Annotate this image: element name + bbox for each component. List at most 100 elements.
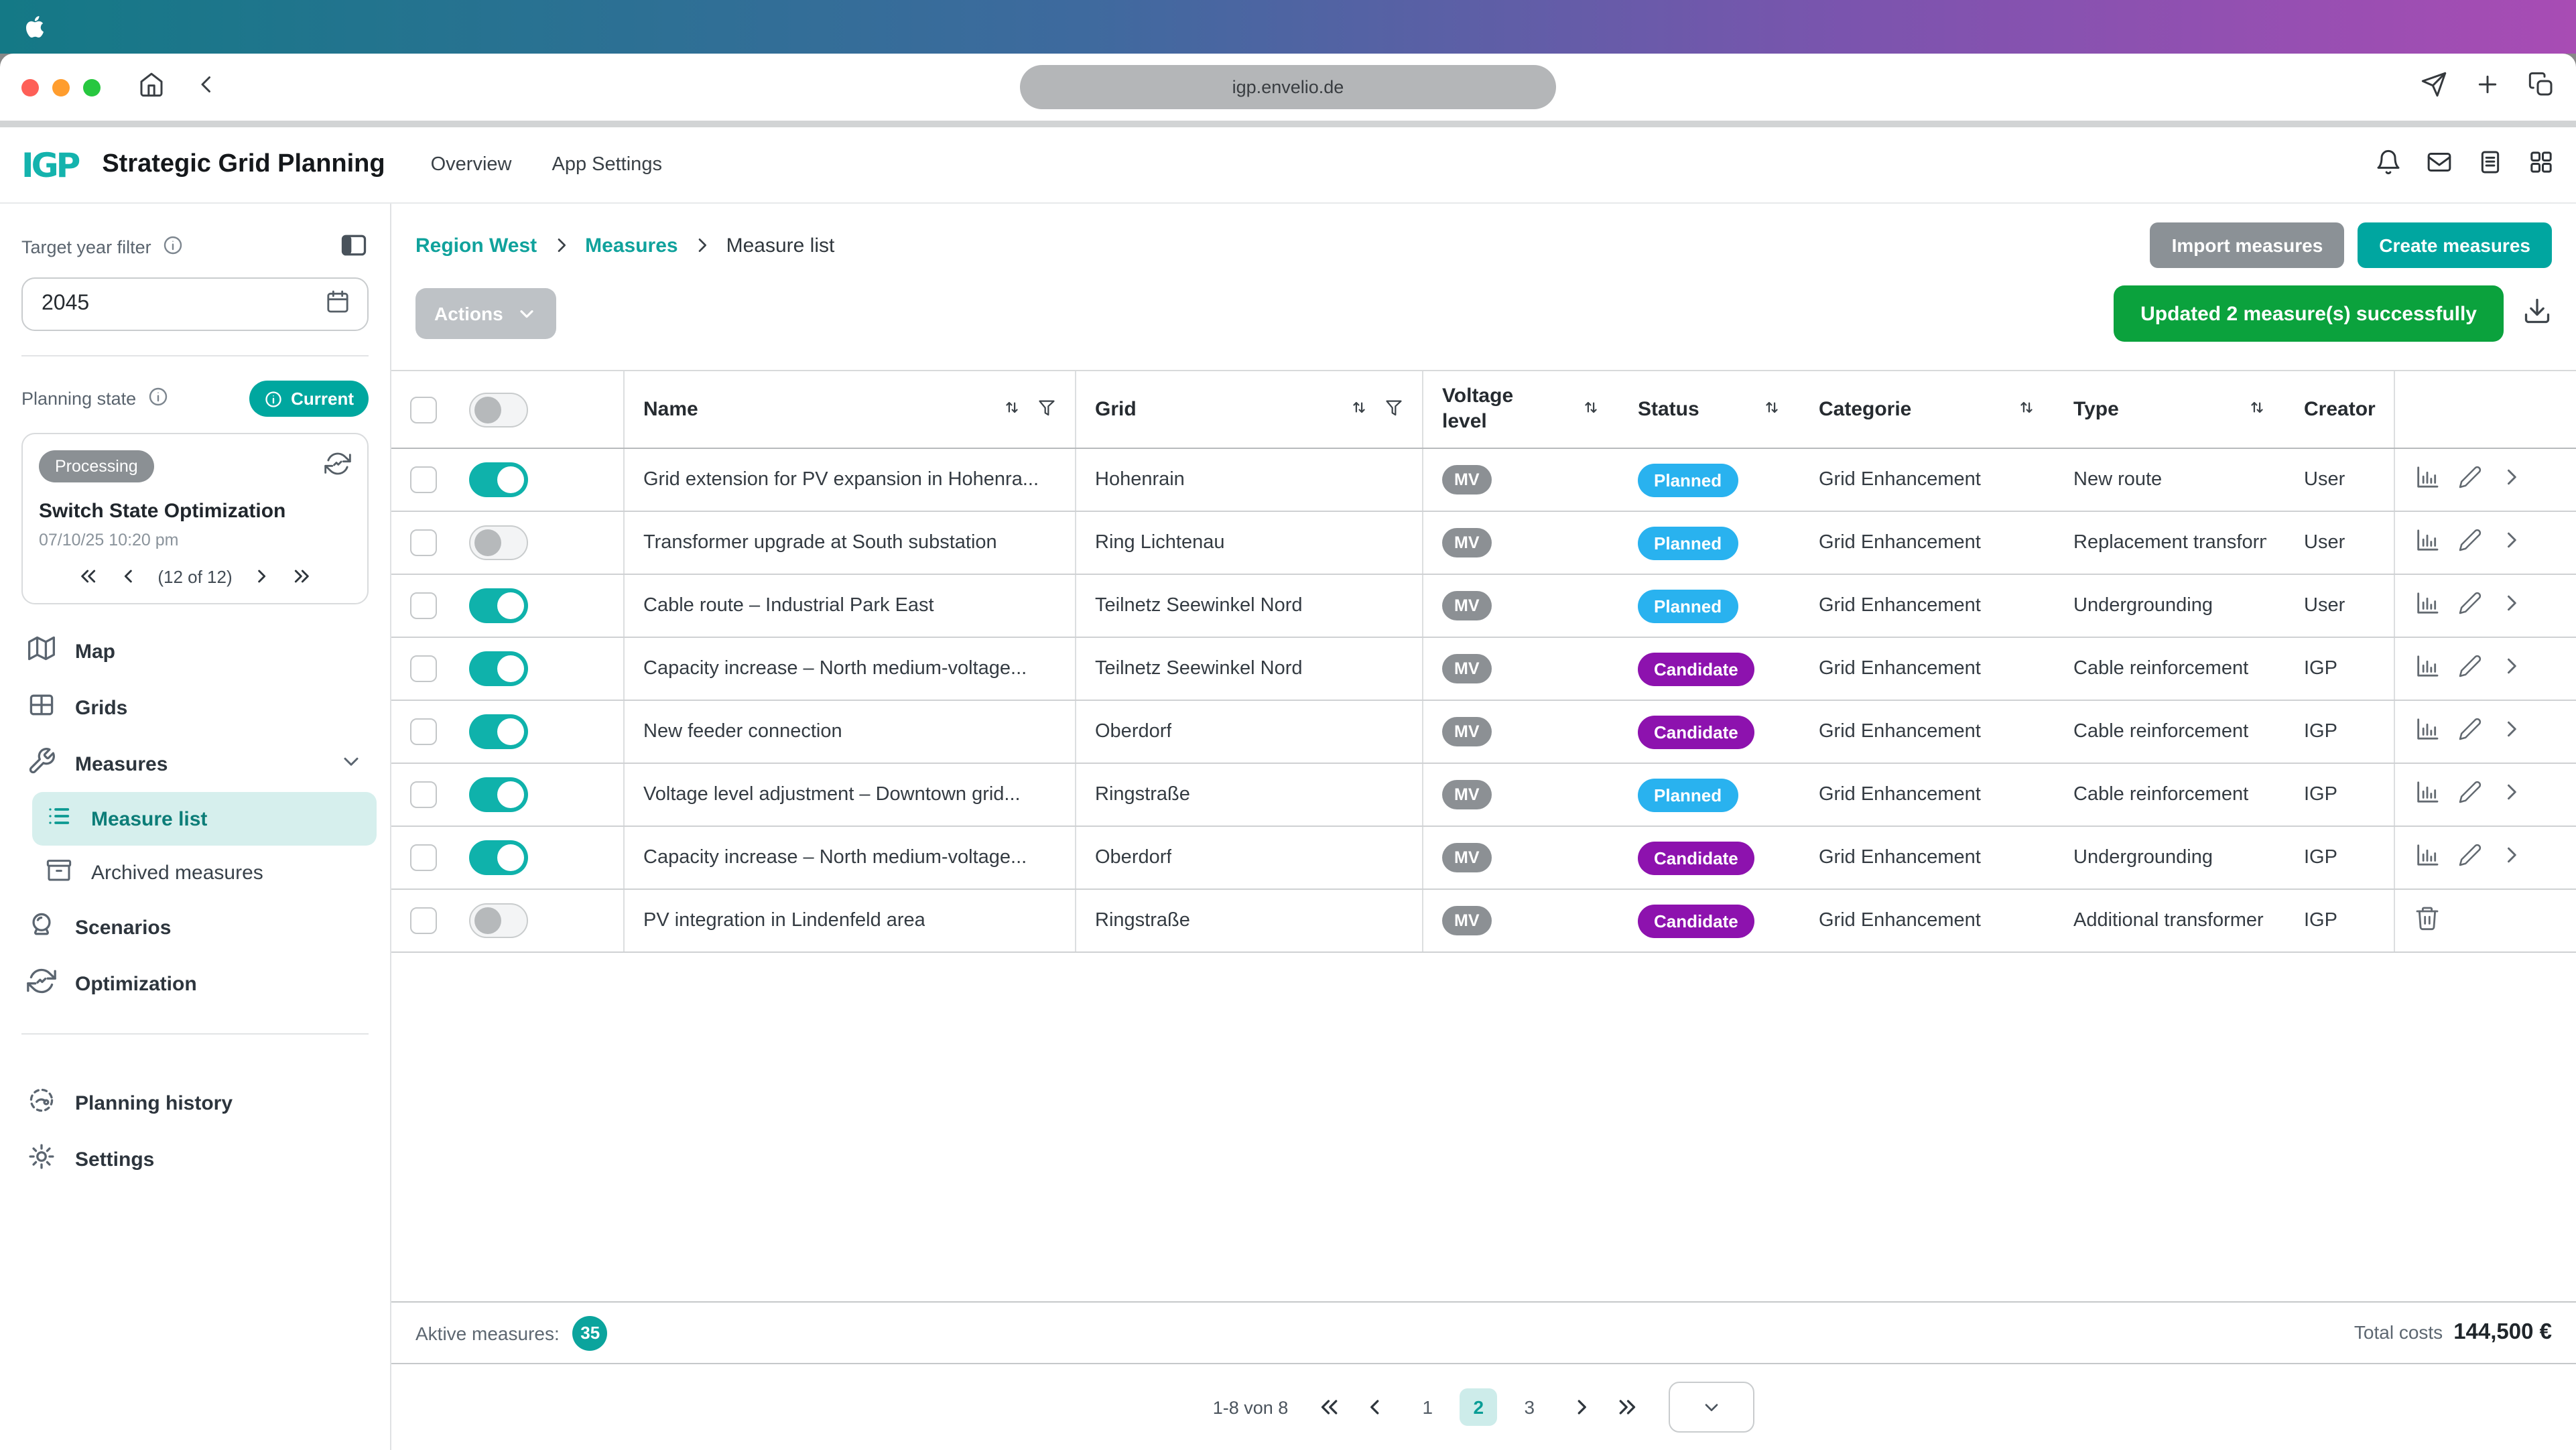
row-toggle[interactable] — [469, 777, 528, 812]
chart-icon[interactable] — [2414, 779, 2441, 811]
sort-icon[interactable] — [2017, 397, 2036, 421]
trash-icon[interactable] — [2414, 905, 2441, 937]
zoom-window-button[interactable] — [83, 78, 101, 96]
sort-icon[interactable] — [1582, 397, 1600, 421]
home-icon[interactable] — [138, 70, 165, 104]
close-window-button[interactable] — [21, 78, 39, 96]
page-button-2[interactable]: 2 — [1460, 1388, 1497, 1426]
row-checkbox[interactable] — [410, 781, 437, 808]
row-checkbox[interactable] — [410, 466, 437, 493]
target-year-input[interactable] — [39, 291, 324, 318]
row-checkbox[interactable] — [410, 655, 437, 682]
row-toggle[interactable] — [469, 588, 528, 623]
chevron-right-icon[interactable] — [2500, 717, 2524, 746]
prev-page-icon[interactable] — [1363, 1395, 1387, 1419]
page-button-1[interactable]: 1 — [1409, 1388, 1446, 1426]
chart-icon[interactable] — [2414, 464, 2441, 496]
sort-icon[interactable] — [2248, 397, 2266, 421]
edit-pencil-icon[interactable] — [2458, 717, 2482, 746]
row-checkbox[interactable] — [410, 529, 437, 556]
edit-pencil-icon[interactable] — [2458, 654, 2482, 683]
igp-logo[interactable]: IGP — [21, 145, 78, 184]
breadcrumb-measures[interactable]: Measures — [585, 234, 678, 257]
create-measures-button[interactable]: Create measures — [2358, 222, 2552, 268]
page-button-3[interactable]: 3 — [1510, 1388, 1548, 1426]
target-year-info-icon[interactable] — [162, 235, 184, 260]
breadcrumb-region-west[interactable]: Region West — [415, 234, 537, 257]
chart-icon[interactable] — [2414, 653, 2441, 685]
column-header-type[interactable]: Type — [2073, 398, 2119, 421]
row-checkbox[interactable] — [410, 592, 437, 619]
edit-pencil-icon[interactable] — [2458, 465, 2482, 495]
row-checkbox[interactable] — [410, 844, 437, 871]
edit-pencil-icon[interactable] — [2458, 591, 2482, 620]
sidebar-item-planning-history[interactable]: Planning history — [13, 1075, 377, 1131]
sidebar-item-optimization[interactable]: Optimization — [13, 955, 377, 1012]
column-header-voltage-level[interactable]: Voltage level — [1442, 385, 1517, 435]
tab-overview-icon[interactable] — [2528, 70, 2555, 104]
nav-app-settings[interactable]: App Settings — [552, 154, 662, 176]
sidebar-item-archived-measures[interactable]: Archived measures — [32, 846, 377, 899]
sidebar-item-grids[interactable]: Grids — [13, 679, 377, 736]
chevron-right-icon[interactable] — [2500, 780, 2524, 809]
back-button-icon[interactable] — [194, 72, 218, 103]
nav-overview[interactable]: Overview — [431, 154, 512, 176]
column-header-grid[interactable]: Grid — [1095, 398, 1137, 421]
sort-icon[interactable] — [1762, 397, 1781, 421]
sidebar-item-measures[interactable]: Measures — [13, 736, 377, 792]
select-all-checkbox[interactable] — [410, 396, 437, 423]
sidebar-item-measure-list[interactable]: Measure list — [32, 792, 377, 846]
chart-icon[interactable] — [2414, 527, 2441, 559]
row-toggle[interactable] — [469, 525, 528, 560]
row-toggle[interactable] — [469, 840, 528, 875]
filter-icon[interactable] — [1384, 397, 1403, 421]
notifications-bell-icon[interactable] — [2375, 148, 2402, 182]
row-checkbox[interactable] — [410, 907, 437, 934]
calendar-icon[interactable] — [324, 287, 351, 321]
header-toggle[interactable] — [469, 392, 528, 427]
chevron-right-icon[interactable] — [2500, 843, 2524, 872]
column-header-name[interactable]: Name — [643, 398, 698, 421]
first-page-icon[interactable] — [1317, 1395, 1342, 1419]
address-bar[interactable]: igp.envelio.de — [1020, 65, 1556, 109]
column-header-status[interactable]: Status — [1638, 398, 1699, 421]
import-measures-button[interactable]: Import measures — [2150, 222, 2345, 268]
minimize-window-button[interactable] — [52, 78, 70, 96]
row-toggle[interactable] — [469, 462, 528, 497]
chevron-right-icon[interactable] — [2500, 591, 2524, 620]
row-toggle[interactable] — [469, 651, 528, 686]
filter-icon[interactable] — [1037, 397, 1056, 421]
chart-icon[interactable] — [2414, 590, 2441, 622]
refresh-state-icon[interactable] — [324, 450, 351, 484]
state-last-icon[interactable] — [292, 566, 313, 587]
apps-grid-icon[interactable] — [2528, 148, 2555, 182]
collapse-sidebar-icon[interactable] — [339, 230, 369, 264]
edit-pencil-icon[interactable] — [2458, 780, 2482, 809]
share-icon[interactable] — [2421, 70, 2447, 104]
edit-pencil-icon[interactable] — [2458, 528, 2482, 557]
column-header-creator[interactable]: Creator — [2304, 398, 2376, 421]
state-first-icon[interactable] — [77, 566, 99, 587]
actions-button[interactable]: Actions — [415, 288, 557, 339]
chart-icon[interactable] — [2414, 716, 2441, 748]
download-icon[interactable] — [2522, 295, 2552, 332]
row-checkbox[interactable] — [410, 718, 437, 745]
sidebar-item-scenarios[interactable]: Scenarios — [13, 899, 377, 955]
sort-icon[interactable] — [1003, 397, 1021, 421]
sort-icon[interactable] — [1350, 397, 1368, 421]
row-toggle[interactable] — [469, 714, 528, 749]
edit-pencil-icon[interactable] — [2458, 843, 2482, 872]
page-size-select[interactable] — [1669, 1382, 1754, 1433]
state-next-icon[interactable] — [251, 566, 273, 587]
current-state-badge[interactable]: Current — [249, 381, 369, 417]
last-page-icon[interactable] — [1615, 1395, 1639, 1419]
state-prev-icon[interactable] — [117, 566, 139, 587]
sidebar-item-settings[interactable]: Settings — [13, 1131, 377, 1187]
new-tab-icon[interactable] — [2474, 70, 2501, 104]
documentation-icon[interactable] — [2477, 148, 2504, 182]
row-toggle[interactable] — [469, 903, 528, 938]
sidebar-item-map[interactable]: Map — [13, 623, 377, 679]
planning-state-info-icon[interactable] — [147, 386, 168, 411]
chevron-right-icon[interactable] — [2500, 654, 2524, 683]
column-header-categorie[interactable]: Categorie — [1819, 398, 1911, 421]
